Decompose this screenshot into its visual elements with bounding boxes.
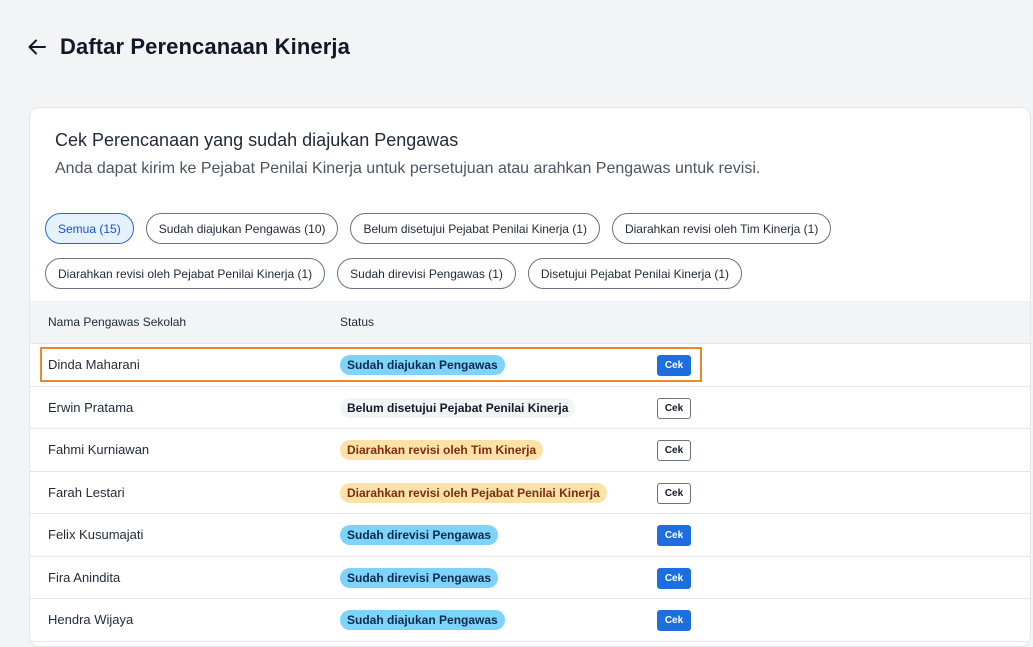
filter-chip-semua[interactable]: Semua (15) bbox=[45, 213, 134, 244]
supervisor-table: Nama Pengawas Sekolah Status Dinda Mahar… bbox=[30, 301, 1030, 642]
filter-row: Semua (15) Sudah diajukan Pengawas (10) … bbox=[45, 213, 1025, 244]
supervisor-name: Hendra Wijaya bbox=[48, 612, 134, 627]
status-badge: Sudah direvisi Pengawas bbox=[340, 567, 499, 588]
status-badge: Diarahkan revisi oleh Pejabat Penilai Ki… bbox=[340, 482, 607, 503]
page-title: Daftar Perencanaan Kinerja bbox=[60, 34, 350, 59]
table-row: Farah Lestari Diarahkan revisi oleh Peja… bbox=[30, 472, 1030, 514]
cek-button[interactable]: Cek bbox=[657, 482, 691, 504]
table-row: Fahmi Kurniawan Diarahkan revisi oleh Ti… bbox=[30, 429, 1030, 472]
filter-chip-revisi-pejabat[interactable]: Diarahkan revisi oleh Pejabat Penilai Ki… bbox=[45, 258, 326, 289]
cek-button[interactable]: Cek bbox=[657, 567, 691, 589]
status-badge: Diarahkan revisi oleh Tim Kinerja bbox=[340, 440, 544, 460]
supervisor-name: Dinda Maharani bbox=[48, 357, 140, 372]
cek-button[interactable]: Cek bbox=[657, 397, 691, 419]
cek-button[interactable]: Cek bbox=[657, 440, 691, 461]
table-header: Nama Pengawas Sekolah Status bbox=[30, 301, 1030, 344]
table-row: Felix Kusumajati Sudah direvisi Pengawas… bbox=[30, 514, 1030, 557]
filter-chip-sudah-direvisi[interactable]: Sudah direvisi Pengawas (1) bbox=[337, 258, 516, 289]
filter-chip-belum-disetujui[interactable]: Belum disetujui Pejabat Penilai Kinerja … bbox=[350, 213, 600, 244]
column-header-name: Nama Pengawas Sekolah bbox=[48, 315, 187, 329]
table-row: Fira Anindita Sudah direvisi Pengawas Ce… bbox=[30, 557, 1030, 599]
table-row: Erwin Pratama Belum disetujui Pejabat Pe… bbox=[30, 387, 1030, 429]
cek-button[interactable]: Cek bbox=[657, 525, 691, 546]
supervisor-name: Fahmi Kurniawan bbox=[48, 442, 150, 457]
filter-row: Diarahkan revisi oleh Pejabat Penilai Ki… bbox=[45, 258, 1025, 289]
card-title: Cek Perencanaan yang sudah diajukan Peng… bbox=[55, 130, 459, 150]
status-badge: Sudah diajukan Pengawas bbox=[340, 355, 505, 375]
card-subtitle: Anda dapat kirim ke Pejabat Penilai Kine… bbox=[55, 160, 761, 177]
status-badge: Sudah direvisi Pengawas bbox=[340, 525, 499, 545]
table-row: Hendra Wijaya Sudah diajukan Pengawas Ce… bbox=[30, 599, 1030, 642]
supervisor-name: Erwin Pratama bbox=[48, 399, 134, 415]
review-card: Cek Perencanaan yang sudah diajukan Peng… bbox=[29, 107, 1031, 647]
column-header-status: Status bbox=[340, 315, 375, 329]
filter-chip-revisi-tim-kinerja[interactable]: Diarahkan revisi oleh Tim Kinerja (1) bbox=[611, 213, 832, 244]
status-badge: Belum disetujui Pejabat Penilai Kinerja bbox=[340, 397, 576, 418]
supervisor-name: Farah Lestari bbox=[48, 484, 125, 500]
page-header: Daftar Perencanaan Kinerja bbox=[26, 34, 350, 60]
supervisor-name: Fira Anindita bbox=[48, 569, 121, 585]
status-filter-group: Semua (15) Sudah diajukan Pengawas (10) … bbox=[45, 213, 1025, 303]
cek-button[interactable]: Cek bbox=[657, 355, 691, 376]
status-badge: Sudah diajukan Pengawas bbox=[340, 610, 505, 630]
filter-chip-disetujui[interactable]: Disetujui Pejabat Penilai Kinerja (1) bbox=[527, 258, 742, 289]
arrow-left-icon[interactable] bbox=[26, 36, 48, 58]
filter-chip-sudah-diajukan[interactable]: Sudah diajukan Pengawas (10) bbox=[145, 213, 339, 244]
supervisor-name: Felix Kusumajati bbox=[48, 527, 144, 542]
table-row: Dinda Maharani Sudah diajukan Pengawas C… bbox=[30, 344, 1030, 387]
